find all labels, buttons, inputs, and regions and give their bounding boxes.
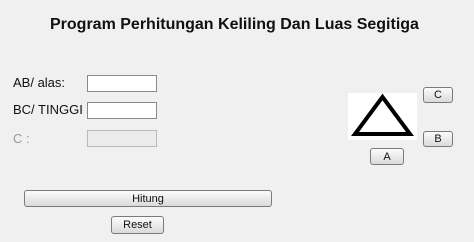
c-input — [87, 130, 157, 147]
triangle-icon — [351, 93, 414, 136]
bc-tinggi-label: BC/ TINGGI : — [13, 102, 91, 117]
side-a-button[interactable]: A — [370, 148, 404, 165]
hitung-button[interactable]: Hitung — [24, 190, 272, 207]
ab-alas-label: AB/ alas: — [13, 75, 66, 90]
side-c-button[interactable]: C — [423, 87, 453, 103]
side-b-button[interactable]: B — [423, 131, 453, 147]
bc-tinggi-input[interactable] — [87, 102, 157, 119]
triangle-canvas — [348, 93, 417, 140]
c-label: C : — [13, 131, 30, 146]
app-title: Program Perhitungan Keliling Dan Luas Se… — [50, 16, 419, 33]
ab-alas-input[interactable] — [87, 75, 157, 92]
app-window: Program Perhitungan Keliling Dan Luas Se… — [0, 0, 474, 242]
reset-button[interactable]: Reset — [111, 216, 164, 234]
